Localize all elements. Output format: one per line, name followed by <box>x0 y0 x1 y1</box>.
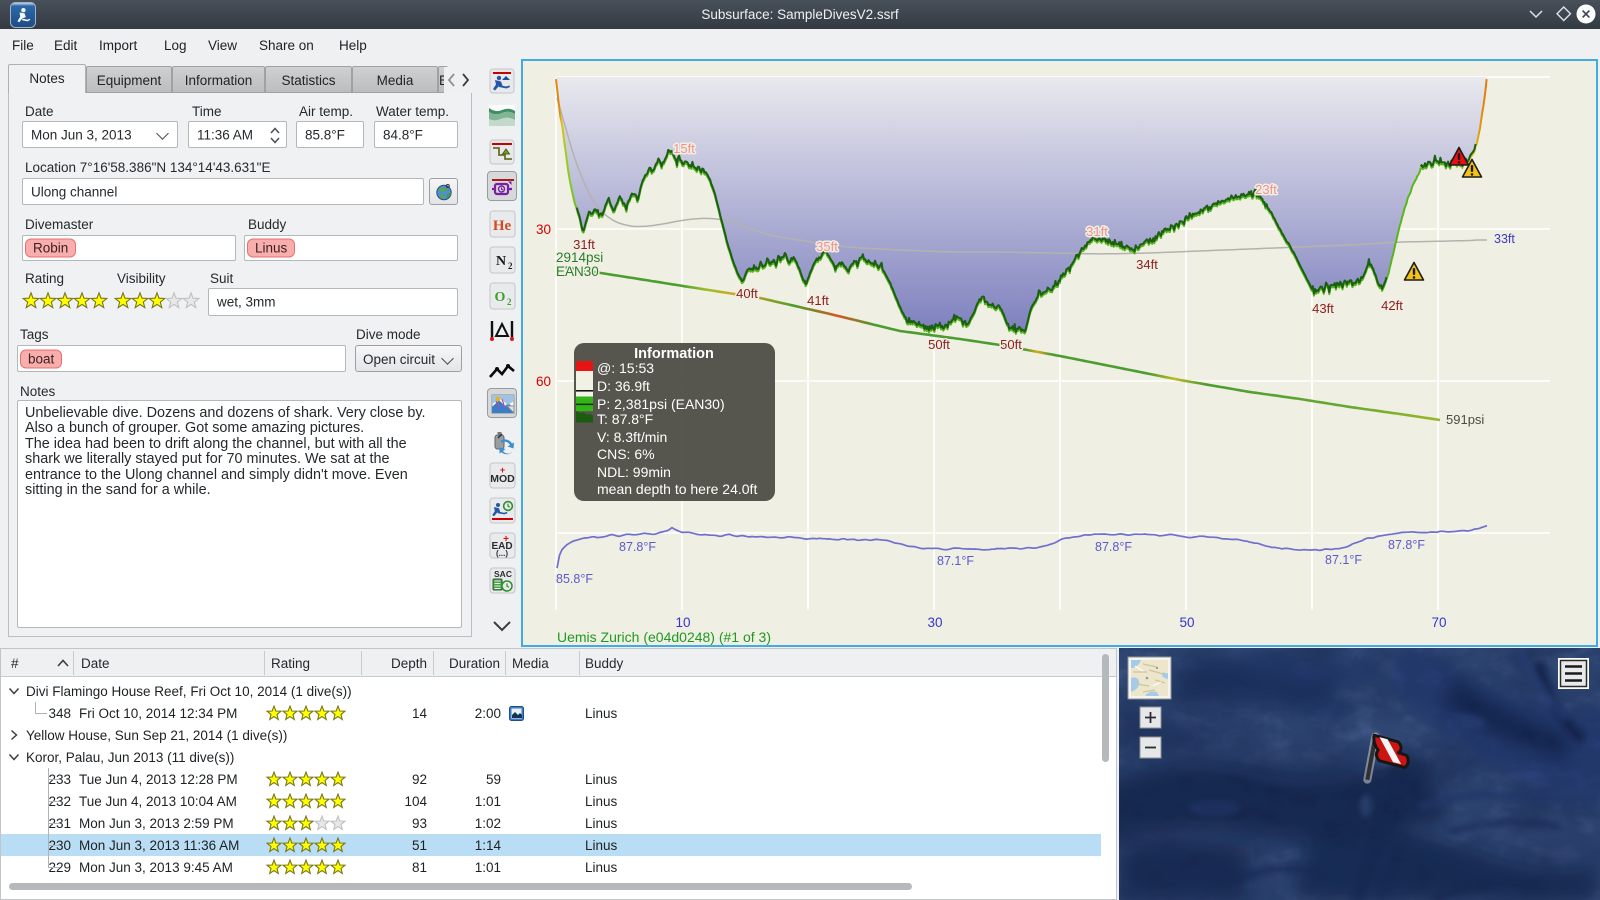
svg-text:D: 36.9ft: D: 36.9ft <box>597 378 650 394</box>
svg-text:50: 50 <box>1179 615 1194 630</box>
svg-text:31ft: 31ft <box>1086 224 1108 239</box>
svg-text:15ft: 15ft <box>673 141 695 156</box>
svg-text:33ft: 33ft <box>1494 232 1515 246</box>
svg-text:(...): (...) <box>496 549 508 558</box>
svg-text:SAC: SAC <box>494 569 512 579</box>
svg-text:85.8°F: 85.8°F <box>556 572 593 586</box>
svg-text:60: 60 <box>536 374 551 389</box>
svg-text:@: 15:53: @: 15:53 <box>597 360 654 376</box>
svg-text:50ft: 50ft <box>928 337 950 352</box>
svg-text:87.8°F: 87.8°F <box>1095 540 1132 554</box>
svg-text:2: 2 <box>508 261 513 271</box>
svg-text:70: 70 <box>1431 615 1446 630</box>
svg-text:T: 87.8°F: T: 87.8°F <box>597 411 653 427</box>
svg-text:87.8°F: 87.8°F <box>619 540 656 554</box>
svg-text:NDL: 99min: NDL: 99min <box>597 464 671 480</box>
svg-text:30: 30 <box>927 615 942 630</box>
svg-text:40ft: 40ft <box>736 286 758 301</box>
svg-text:2914psi: 2914psi <box>556 250 603 265</box>
svg-text:mean depth to here 24.0ft: mean depth to here 24.0ft <box>597 481 757 497</box>
svg-text:23ft: 23ft <box>1255 182 1277 197</box>
svg-text:CNS: 6%: CNS: 6% <box>597 446 655 462</box>
svg-text:30: 30 <box>536 222 551 237</box>
svg-text:35ft: 35ft <box>816 239 838 254</box>
svg-text:43ft: 43ft <box>1312 301 1334 316</box>
svg-text:87.1°F: 87.1°F <box>1325 553 1362 567</box>
svg-text:87.8°F: 87.8°F <box>1388 538 1425 552</box>
svg-text:10: 10 <box>675 615 690 630</box>
svg-text:He: He <box>493 218 512 234</box>
svg-text:V: 8.3ft/min: V: 8.3ft/min <box>597 429 667 445</box>
svg-text:EAN30: EAN30 <box>556 264 599 279</box>
svg-text:MOD: MOD <box>490 473 515 485</box>
svg-text:50ft: 50ft <box>1000 337 1022 352</box>
svg-text:P: 2,381psi (EAN30): P: 2,381psi (EAN30) <box>597 396 725 412</box>
svg-text:O: O <box>495 290 506 305</box>
svg-text:34ft: 34ft <box>1136 257 1158 272</box>
svg-text:N: N <box>496 254 506 269</box>
svg-text:2: 2 <box>507 297 512 307</box>
svg-text:42ft: 42ft <box>1381 298 1403 313</box>
svg-text:Uemis Zurich (e04d0248) (#1 of: Uemis Zurich (e04d0248) (#1 of 3) <box>557 629 771 645</box>
svg-text:87.1°F: 87.1°F <box>937 554 974 568</box>
svg-text:41ft: 41ft <box>807 293 829 308</box>
svg-text:591psi: 591psi <box>1446 412 1484 427</box>
